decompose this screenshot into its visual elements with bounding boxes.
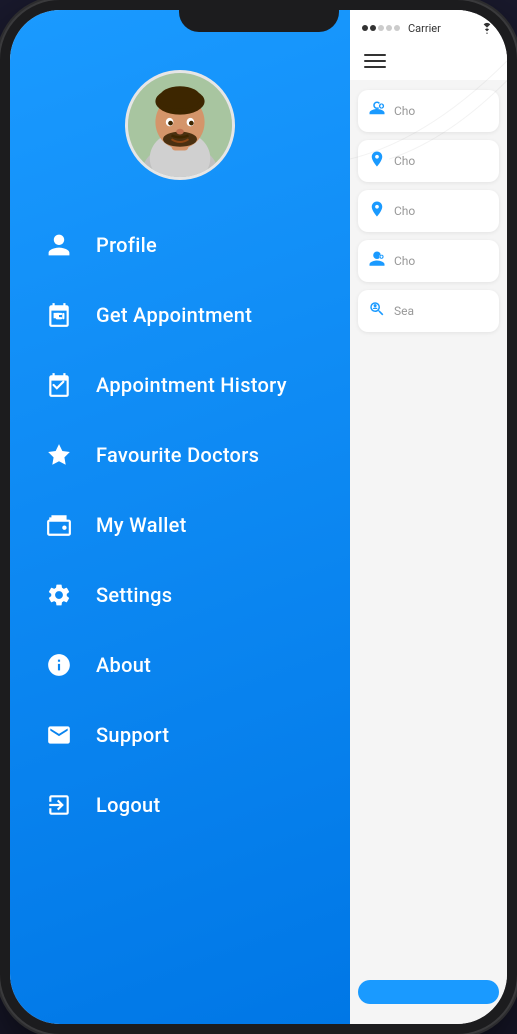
- doctor-icon-1: [368, 100, 386, 122]
- gear-icon: [40, 576, 78, 614]
- person-icon: [40, 226, 78, 264]
- phone-frame: Profile Get Appointment: [0, 0, 517, 1034]
- hamburger-button[interactable]: [364, 54, 386, 68]
- envelope-icon: [40, 716, 78, 754]
- status-bar-right: [479, 22, 495, 34]
- hamburger-line-2: [364, 60, 386, 62]
- sidebar-item-about[interactable]: About: [30, 630, 350, 700]
- doctor-icon-2: [368, 250, 386, 272]
- choose-row-1-text: Cho: [394, 104, 415, 118]
- top-bar: [350, 46, 507, 80]
- wifi-icon: [479, 22, 495, 34]
- sidebar-item-settings[interactable]: Settings: [30, 560, 350, 630]
- logout-icon: [40, 786, 78, 824]
- location-icon-2: [368, 200, 386, 222]
- search-person-icon: [368, 300, 386, 322]
- status-bar: Carrier: [350, 10, 507, 46]
- sidebar-item-settings-label: Settings: [96, 583, 172, 607]
- status-bar-left: Carrier: [362, 22, 441, 35]
- search-row-text: Sea: [394, 304, 414, 318]
- sidebar-item-favourite-doctors-label: Favourite Doctors: [96, 443, 259, 467]
- sidebar-item-favourite-doctors[interactable]: Favourite Doctors: [30, 420, 350, 490]
- sidebar-item-profile[interactable]: Profile: [30, 210, 350, 280]
- sidebar-item-logout[interactable]: Logout: [30, 770, 350, 840]
- signal-dot-1: [362, 25, 368, 31]
- sidebar-item-about-label: About: [96, 653, 151, 677]
- sidebar-item-appointment-history[interactable]: Appointment History: [30, 350, 350, 420]
- signal-dot-2: [370, 25, 376, 31]
- sidebar-item-my-wallet[interactable]: My Wallet: [30, 490, 350, 560]
- hamburger-line-3: [364, 66, 386, 68]
- choose-row-1[interactable]: Cho: [358, 90, 499, 132]
- calendar-icon: [40, 296, 78, 334]
- signal-dot-5: [394, 25, 400, 31]
- sidebar-item-support[interactable]: Support: [30, 700, 350, 770]
- sidebar-item-logout-label: Logout: [96, 793, 160, 817]
- choose-row-2-text: Cho: [394, 154, 415, 168]
- calendar-check-icon: [40, 366, 78, 404]
- choose-row-2[interactable]: Cho: [358, 140, 499, 182]
- signal-dots: [362, 25, 400, 31]
- sidebar-item-profile-label: Profile: [96, 233, 157, 257]
- signal-dot-4: [386, 25, 392, 31]
- star-icon: [40, 436, 78, 474]
- hamburger-line-1: [364, 54, 386, 56]
- choose-row-4[interactable]: Cho: [358, 240, 499, 282]
- sidebar-item-my-wallet-label: My Wallet: [96, 513, 187, 537]
- search-row[interactable]: Sea: [358, 290, 499, 332]
- sidebar-item-support-label: Support: [96, 723, 169, 747]
- sidebar-drawer: Profile Get Appointment: [10, 10, 350, 1024]
- carrier-label: Carrier: [408, 22, 441, 35]
- choose-row-4-text: Cho: [394, 254, 415, 268]
- wallet-icon: [40, 506, 78, 544]
- menu-list: Profile Get Appointment: [10, 210, 350, 840]
- notch: [179, 0, 339, 32]
- avatar: [125, 70, 235, 180]
- sidebar-item-get-appointment[interactable]: Get Appointment: [30, 280, 350, 350]
- location-icon-1: [368, 150, 386, 172]
- sidebar-item-appointment-history-label: Appointment History: [96, 373, 287, 397]
- right-panel: Carrier: [350, 10, 507, 1024]
- choose-row-3[interactable]: Cho: [358, 190, 499, 232]
- phone-screen: Profile Get Appointment: [10, 10, 507, 1024]
- action-button[interactable]: [358, 980, 499, 1004]
- panel-content: Cho Cho Cho: [350, 80, 507, 1024]
- choose-row-3-text: Cho: [394, 204, 415, 218]
- sidebar-item-get-appointment-label: Get Appointment: [96, 303, 252, 327]
- signal-dot-3: [378, 25, 384, 31]
- avatar-container: [10, 70, 350, 180]
- info-icon: [40, 646, 78, 684]
